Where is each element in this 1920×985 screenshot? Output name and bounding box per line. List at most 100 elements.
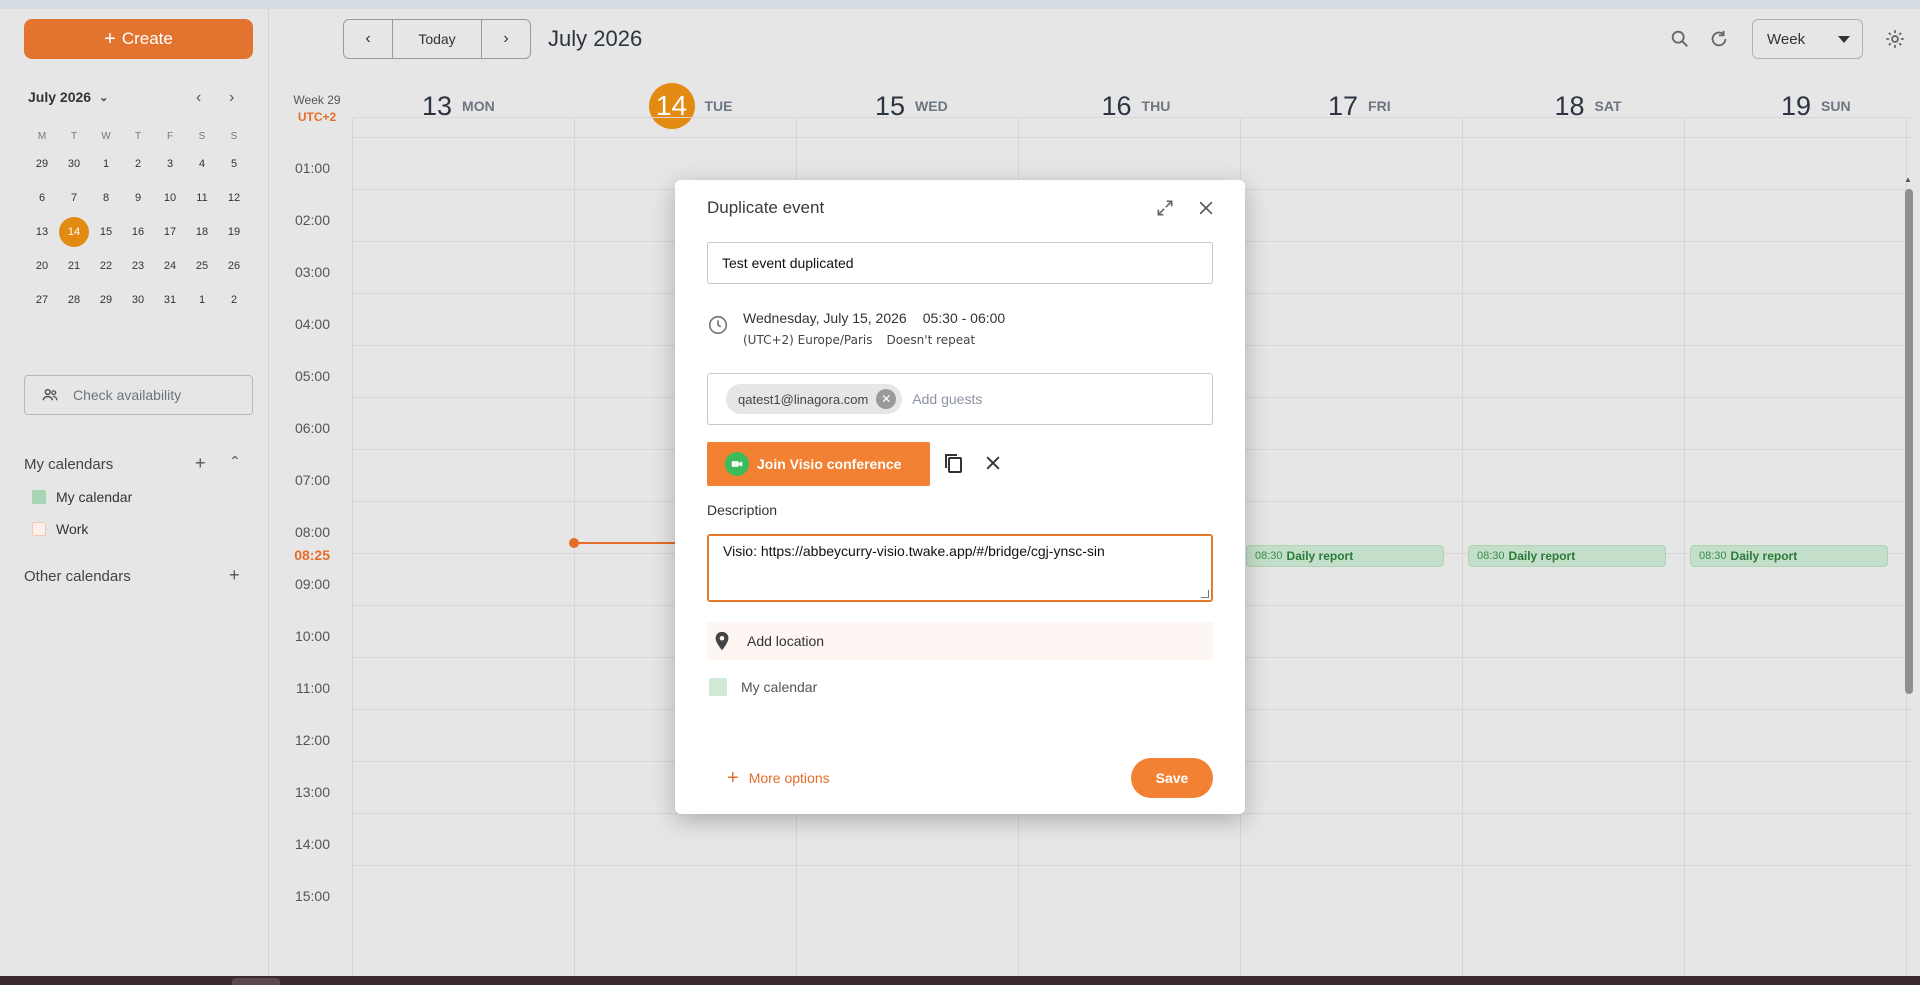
calendar-item-work[interactable]: Work [32, 521, 88, 537]
gear-icon[interactable] [1884, 28, 1906, 50]
more-options-button[interactable]: + More options [727, 768, 830, 788]
expand-icon[interactable] [1155, 198, 1175, 218]
mini-day[interactable]: 29 [26, 150, 58, 178]
mini-day[interactable]: 11 [186, 184, 218, 212]
mini-day[interactable]: 20 [26, 252, 58, 280]
calendar-label: My calendar [56, 489, 133, 505]
mini-day[interactable]: 29 [90, 286, 122, 314]
mini-day[interactable]: 1 [90, 150, 122, 178]
mini-day[interactable]: 8 [90, 184, 122, 212]
day-header-tue[interactable]: 14 TUE [648, 83, 733, 129]
clock-icon [708, 315, 728, 335]
mini-day[interactable]: 7 [58, 184, 90, 212]
week-label: Week 29 UTC+2 [288, 92, 346, 126]
description-textarea[interactable]: Visio: https://abbeycurry-visio.twake.ap… [707, 534, 1213, 602]
next-week-button[interactable]: › [482, 20, 530, 58]
other-calendars-title: Other calendars [24, 568, 131, 585]
scrollbar[interactable] [1905, 189, 1913, 694]
event-datetime[interactable]: Wednesday, July 15, 2026 05:30 - 06:00 [743, 310, 1005, 326]
mini-day[interactable]: 21 [58, 252, 90, 280]
remove-visio-icon[interactable] [983, 453, 1003, 473]
taskbar-tab[interactable] [232, 978, 280, 985]
guests-field[interactable]: qatest1@linagora.com ✕ Add guests [707, 373, 1213, 425]
duplicate-event-dialog: Duplicate event Test event duplicated We… [675, 180, 1245, 814]
checkbox-unchecked[interactable] [32, 522, 46, 536]
event-time-range: 05:30 - 06:00 [922, 310, 1006, 326]
add-guests-input[interactable]: Add guests [912, 391, 982, 407]
mini-day[interactable]: 12 [218, 184, 250, 212]
search-icon[interactable] [1669, 28, 1691, 50]
mini-day[interactable]: 31 [154, 286, 186, 314]
mini-day[interactable]: 22 [90, 252, 122, 280]
copy-icon[interactable] [941, 451, 965, 475]
mini-day[interactable]: 19 [218, 218, 250, 246]
day-header-sun[interactable]: 19 SUN [1781, 88, 1851, 124]
mini-day[interactable]: 15 [90, 218, 122, 246]
mini-day[interactable]: 2 [122, 150, 154, 178]
location-field[interactable]: Add location [707, 622, 1213, 660]
add-other-calendar-button[interactable]: + [229, 565, 240, 586]
event-chip[interactable]: 08:30 Daily report [1690, 545, 1888, 567]
event-chip[interactable]: 08:30 Daily report [1246, 545, 1444, 567]
plus-icon: + [104, 28, 116, 50]
collapse-icon[interactable]: ⌃ [229, 453, 241, 470]
plus-icon: + [727, 767, 739, 789]
check-availability-label: Check availability [73, 387, 182, 403]
checkbox-checked[interactable] [32, 490, 46, 504]
save-button[interactable]: Save [1131, 758, 1213, 798]
mini-day[interactable]: 18 [186, 218, 218, 246]
mini-day[interactable]: 4 [186, 150, 218, 178]
prev-week-button[interactable]: ‹ [344, 20, 392, 58]
mini-day[interactable]: 27 [26, 286, 58, 314]
event-time: 08:30 [1477, 550, 1505, 562]
day-header-mon[interactable]: 13 MON [422, 88, 495, 124]
add-calendar-button[interactable]: + [195, 453, 206, 474]
mini-day[interactable]: 3 [154, 150, 186, 178]
mini-day[interactable]: 17 [154, 218, 186, 246]
mini-day[interactable]: 24 [154, 252, 186, 280]
check-availability-button[interactable]: Check availability [24, 375, 253, 415]
mini-day[interactable]: 14 [59, 217, 89, 247]
calendar-name: My calendar [741, 679, 818, 695]
day-name: THU [1141, 98, 1171, 114]
resize-handle[interactable] [1201, 590, 1209, 598]
mini-day[interactable]: 26 [218, 252, 250, 280]
event-chip[interactable]: 08:30 Daily report [1468, 545, 1666, 567]
mini-day[interactable]: 28 [58, 286, 90, 314]
mini-day[interactable]: 16 [122, 218, 154, 246]
mini-day[interactable]: 13 [26, 218, 58, 246]
day-header-fri[interactable]: 17 FRI [1328, 88, 1391, 124]
mini-weekday-row: M T W T F S S [26, 127, 266, 147]
day-header-wed[interactable]: 15 WED [875, 88, 948, 124]
event-title-input[interactable]: Test event duplicated [707, 242, 1213, 284]
create-button[interactable]: + Create [24, 19, 253, 59]
hour-label: 15:00 [294, 888, 330, 904]
chevron-down-icon: ⌄ [99, 91, 109, 104]
refresh-icon[interactable] [1708, 28, 1730, 50]
day-header-thu[interactable]: 16 THU [1102, 88, 1171, 124]
mini-day[interactable]: 25 [186, 252, 218, 280]
mini-day[interactable]: 10 [154, 184, 186, 212]
mini-day[interactable]: 1 [186, 286, 218, 314]
mini-day[interactable]: 6 [26, 184, 58, 212]
remove-guest-icon[interactable]: ✕ [876, 389, 897, 409]
mini-prev-month-button[interactable]: ‹ [196, 89, 201, 107]
mini-day[interactable]: 2 [218, 286, 250, 314]
close-icon[interactable] [1196, 198, 1216, 218]
calendar-selector[interactable]: My calendar [709, 678, 817, 696]
weekday-header: T [70, 131, 78, 142]
view-select[interactable]: Week [1752, 19, 1863, 59]
day-header-sat[interactable]: 18 SAT [1555, 88, 1622, 124]
mini-day[interactable]: 30 [58, 150, 90, 178]
mini-next-month-button[interactable]: › [229, 89, 234, 107]
join-visio-button[interactable]: Join Visio conference [707, 442, 930, 486]
scroll-up-icon[interactable]: ▲ [1904, 175, 1912, 184]
hour-label: 08:00 [294, 524, 330, 540]
mini-calendar-title[interactable]: July 2026 ⌄ [28, 89, 108, 105]
mini-day[interactable]: 30 [122, 286, 154, 314]
mini-day[interactable]: 9 [122, 184, 154, 212]
mini-day[interactable]: 23 [122, 252, 154, 280]
calendar-item-my-calendar[interactable]: My calendar [32, 489, 132, 505]
today-button[interactable]: Today [392, 20, 482, 58]
mini-day[interactable]: 5 [218, 150, 250, 178]
